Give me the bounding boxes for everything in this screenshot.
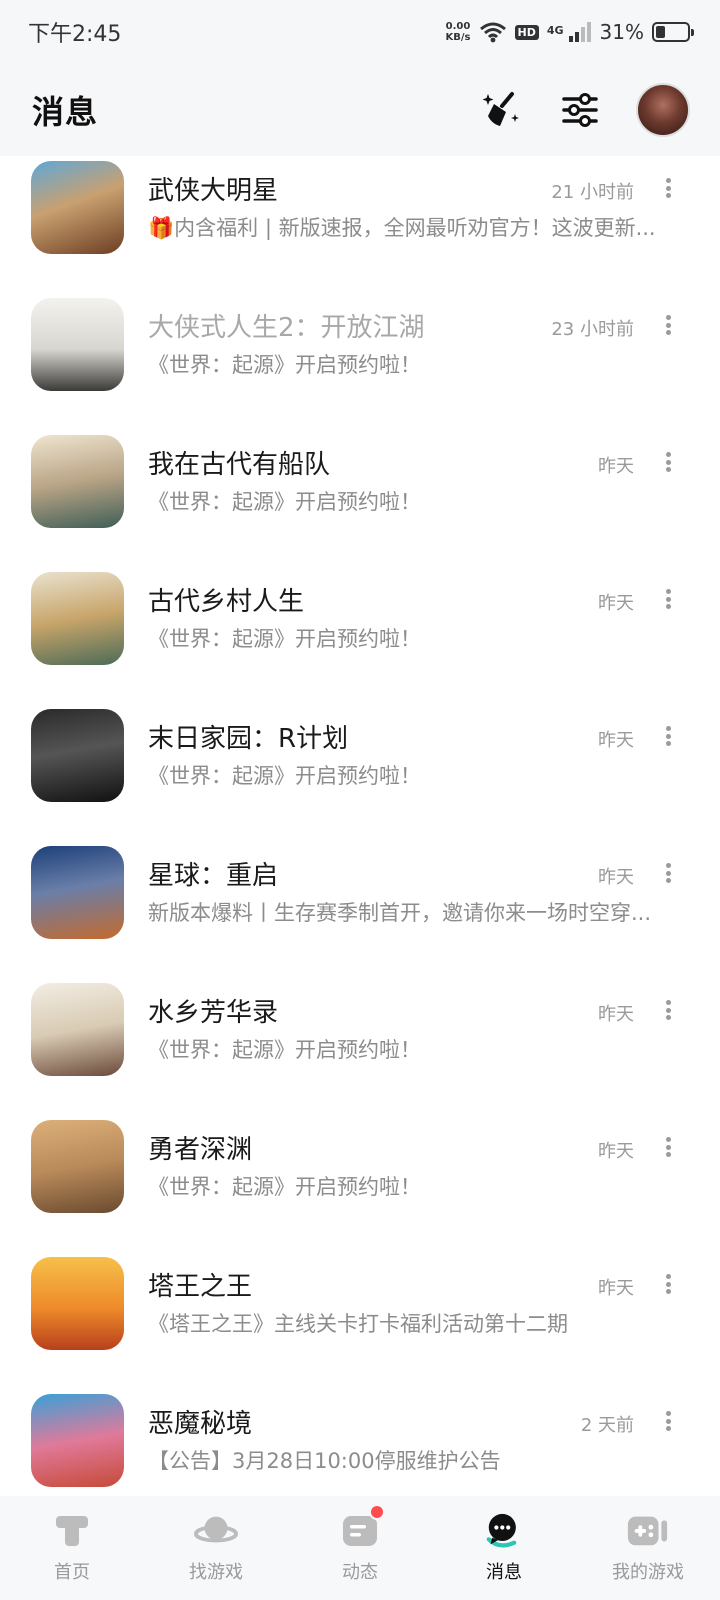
- home-icon: [50, 1508, 94, 1552]
- tab-label: 消息: [486, 1562, 522, 1583]
- game-icon: [31, 1257, 124, 1350]
- tab-label: 动态: [342, 1562, 378, 1583]
- more-options-icon[interactable]: [658, 448, 678, 476]
- message-title: 勇者深渊: [148, 1135, 253, 1165]
- more-options-icon[interactable]: [658, 1270, 678, 1298]
- message-item[interactable]: 恶魔秘境 2 天前【公告】3月28日10:00停服维护公告: [0, 1389, 720, 1496]
- net-speed: 0.00 KB/s: [445, 21, 471, 43]
- message-title: 塔王之王: [148, 1272, 253, 1302]
- feed-badge-dot: [369, 1504, 385, 1520]
- message-item[interactable]: 星球：重启 昨天新版本爆料丨生存赛季制首开，邀请你来一场时空穿...: [0, 841, 720, 981]
- message-preview: 🎁内含福利 | 新版速报，全网最听劝官方！这波更新...: [148, 216, 656, 240]
- message-preview: 《世界：起源》开启预约啦！: [148, 764, 421, 788]
- message-time: 23 小时前: [551, 319, 634, 340]
- more-options-icon[interactable]: [658, 585, 678, 613]
- hd-badge: HD: [514, 24, 539, 40]
- game-icon: [31, 1120, 124, 1213]
- message-time: 21 小时前: [551, 182, 634, 203]
- more-options-icon[interactable]: [658, 859, 678, 887]
- header-actions: [480, 83, 690, 137]
- message-time: 昨天: [598, 730, 634, 751]
- message-preview: 《世界：起源》开启预约啦！: [148, 627, 421, 651]
- message-item[interactable]: 勇者深渊 昨天《世界：起源》开启预约啦！: [0, 1115, 720, 1255]
- message-time: 昨天: [598, 1141, 634, 1162]
- wifi-icon: [479, 22, 506, 43]
- message-time: 昨天: [598, 593, 634, 614]
- message-preview: 《世界：起源》开启预约啦！: [148, 1038, 421, 1062]
- message-item[interactable]: 武侠大明星 21 小时前 🎁内含福利 | 新版速报，全网最听劝官方！这波更新...: [0, 156, 720, 296]
- message-title: 古代乡村人生: [148, 587, 305, 617]
- tab-home[interactable]: 首页: [7, 1508, 137, 1584]
- signal-icon: [568, 22, 591, 42]
- bottom-tab-bar: 首页 找游戏 动态 消息 我的游戏: [0, 1496, 720, 1600]
- message-preview: 新版本爆料丨生存赛季制首开，邀请你来一场时空穿...: [148, 901, 652, 925]
- gamepad-icon: [626, 1508, 670, 1552]
- game-icon: [31, 572, 124, 665]
- game-icon: [31, 298, 124, 391]
- message-time: 昨天: [598, 1278, 634, 1299]
- message-title: 武侠大明星: [148, 176, 279, 206]
- tab-messages[interactable]: 消息: [439, 1508, 569, 1584]
- status-time: 下午2:45: [28, 22, 122, 47]
- message-time: 昨天: [598, 456, 634, 477]
- game-icon: [31, 1394, 124, 1487]
- message-title: 恶魔秘境: [148, 1409, 253, 1439]
- message-title: 水乡芳华录: [148, 998, 279, 1028]
- game-icon: [31, 161, 124, 254]
- more-options-icon[interactable]: [658, 996, 678, 1024]
- message-item[interactable]: 古代乡村人生 昨天《世界：起源》开启预约啦！: [0, 567, 720, 707]
- battery-percent: 31%: [599, 20, 644, 44]
- planet-icon: [194, 1508, 238, 1552]
- message-list: 武侠大明星 21 小时前 🎁内含福利 | 新版速报，全网最听劝官方！这波更新... 大…: [0, 156, 720, 1496]
- message-item[interactable]: 水乡芳华录 昨天《世界：起源》开启预约啦！: [0, 978, 720, 1118]
- message-time: 昨天: [598, 867, 634, 888]
- message-preview: 《塔王之王》主线关卡打卡福利活动第十二期: [148, 1312, 568, 1336]
- more-options-icon[interactable]: [658, 1407, 678, 1435]
- message-preview: 《世界：起源》开启预约啦！: [148, 1175, 421, 1199]
- game-icon: [31, 983, 124, 1076]
- more-options-icon[interactable]: [658, 1133, 678, 1161]
- status-bar: 下午2:45 0.00 KB/s HD 4G 31%: [0, 0, 720, 64]
- message-item[interactable]: 大侠式人生2：开放江湖 23 小时前《世界：起源》开启预约啦！: [0, 293, 720, 433]
- message-icon: [482, 1508, 526, 1552]
- filter-settings-button[interactable]: [558, 88, 602, 132]
- message-time: 昨天: [598, 1004, 634, 1025]
- status-icons: 0.00 KB/s HD 4G 31%: [445, 20, 694, 44]
- tab-label: 找游戏: [189, 1562, 243, 1583]
- tab-label: 首页: [54, 1562, 90, 1583]
- tab-feed[interactable]: 动态: [295, 1504, 425, 1584]
- tab-find-games[interactable]: 找游戏: [151, 1508, 281, 1584]
- message-title: 我在古代有船队: [148, 450, 331, 480]
- message-title: 末日家园：R计划: [148, 724, 349, 754]
- game-icon: [31, 709, 124, 802]
- more-options-icon[interactable]: [658, 174, 678, 202]
- game-icon: [31, 435, 124, 528]
- message-title: 星球：重启: [148, 861, 279, 891]
- more-options-icon[interactable]: [658, 722, 678, 750]
- more-options-icon[interactable]: [658, 311, 678, 339]
- tab-my-games[interactable]: 我的游戏: [583, 1508, 713, 1584]
- message-title: 大侠式人生2：开放江湖: [148, 313, 425, 343]
- user-avatar[interactable]: [636, 83, 690, 137]
- broom-sparkle-icon: [482, 92, 519, 126]
- network-type: 4G: [546, 24, 564, 37]
- battery-icon: [652, 22, 694, 42]
- game-icon: [31, 846, 124, 939]
- sliders-icon: [562, 93, 598, 127]
- message-preview: 《世界：起源》开启预约啦！: [148, 353, 421, 377]
- message-time: 2 天前: [580, 1415, 634, 1436]
- message-preview: 【公告】3月28日10:00停服维护公告: [148, 1449, 501, 1473]
- page-title: 消息: [32, 93, 99, 131]
- app-header: 消息: [0, 64, 720, 156]
- tab-label: 我的游戏: [612, 1562, 684, 1583]
- message-preview: 《世界：起源》开启预约啦！: [148, 490, 421, 514]
- message-item[interactable]: 末日家园：R计划 昨天《世界：起源》开启预约啦！: [0, 704, 720, 844]
- message-item[interactable]: 塔王之王 昨天《塔王之王》主线关卡打卡福利活动第十二期: [0, 1252, 720, 1392]
- message-item[interactable]: 我在古代有船队 昨天《世界：起源》开启预约啦！: [0, 430, 720, 570]
- clear-unread-button[interactable]: [480, 88, 524, 132]
